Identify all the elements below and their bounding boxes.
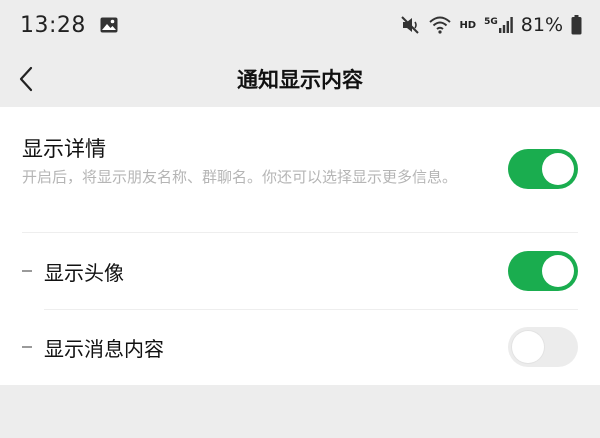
- page-title: 通知显示内容: [237, 67, 363, 92]
- setting-row-show-avatar: 显示头像: [0, 233, 600, 309]
- show-details-title: 显示详情: [22, 137, 106, 161]
- setting-row-show-details: 显示详情 开启后，将显示朋友名称、群聊名。你还可以选择显示更多信息。: [0, 107, 600, 232]
- toggle-knob: [542, 153, 574, 185]
- toggle-knob: [512, 331, 544, 363]
- show-details-description: 开启后，将显示朋友名称、群聊名。你还可以选择显示更多信息。: [22, 168, 458, 186]
- status-time: 13:28: [20, 12, 86, 38]
- show-details-toggle[interactable]: [508, 149, 578, 189]
- mute-icon: [401, 16, 421, 34]
- battery-icon: [571, 15, 582, 35]
- setting-row-show-message-content: 显示消息内容: [0, 309, 600, 385]
- battery-percent: 81%: [520, 14, 563, 36]
- back-arrow-icon[interactable]: [14, 62, 40, 96]
- wifi-icon: [429, 16, 452, 34]
- network-label: 5G: [484, 17, 498, 27]
- status-right: HD 5G 81%: [401, 14, 582, 36]
- toggle-knob: [542, 255, 574, 287]
- dash-icon: [22, 346, 32, 348]
- settings-panel: 显示详情 开启后，将显示朋友名称、群聊名。你还可以选择显示更多信息。 显示头像 …: [0, 107, 600, 385]
- status-bar: 13:28 HD 5G 81%: [0, 0, 600, 50]
- dash-icon: [22, 270, 32, 272]
- nav-bar: 通知显示内容: [0, 50, 600, 107]
- show-message-content-toggle[interactable]: [508, 327, 578, 367]
- gallery-icon: [100, 17, 118, 33]
- hd-label: HD: [459, 19, 477, 31]
- show-avatar-toggle[interactable]: [508, 251, 578, 291]
- show-avatar-label: 显示头像: [44, 261, 124, 285]
- signal-icon: 5G: [484, 17, 513, 33]
- status-left: 13:28: [20, 13, 118, 38]
- show-message-content-label: 显示消息内容: [44, 337, 164, 361]
